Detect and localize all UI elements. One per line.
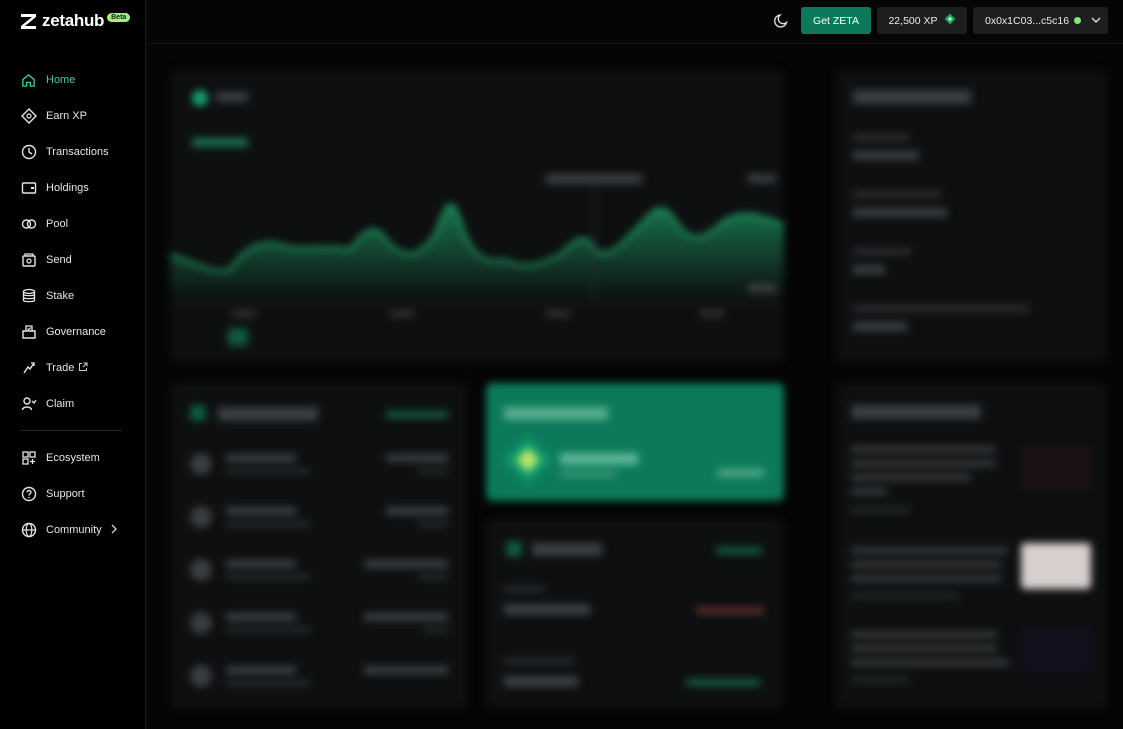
external-link-icon — [78, 359, 88, 377]
xp-balance-label: 22,500 XP — [888, 14, 938, 27]
sidebar-item-community[interactable]: Community — [0, 512, 146, 548]
overview-card — [835, 70, 1107, 362]
sidebar-item-home[interactable]: Home — [0, 62, 146, 98]
trade-icon — [20, 360, 37, 377]
home-icon — [20, 72, 37, 89]
wallet-icon — [20, 180, 37, 197]
globe-icon — [20, 522, 37, 539]
transactions-card — [170, 383, 468, 709]
sidebar-item-label: Transactions — [46, 146, 109, 158]
help-icon — [20, 486, 37, 503]
database-icon — [20, 288, 37, 305]
xp-status-card — [486, 383, 784, 501]
sidebar-divider — [20, 430, 122, 431]
claim-icon — [20, 396, 37, 413]
sidebar: zetahub Beta Home Earn XP Transactions H… — [0, 0, 146, 729]
xp-diamond-icon — [944, 13, 956, 28]
sidebar-item-governance[interactable]: Governance — [0, 314, 146, 350]
sidebar-item-label: Home — [46, 74, 76, 86]
chevron-right-icon — [110, 521, 118, 539]
xp-balance-button[interactable]: 22,500 XP — [877, 7, 967, 34]
theme-toggle-moon-icon[interactable] — [773, 12, 790, 29]
sidebar-item-ecosystem[interactable]: Ecosystem — [0, 440, 146, 476]
blurred-main-content — [146, 45, 1123, 729]
sidebar-item-label: Trade — [46, 362, 75, 374]
sidebar-item-label: Pool — [46, 218, 69, 230]
sidebar-item-label: Send — [46, 254, 72, 266]
sidebar-item-stake[interactable]: Stake — [0, 278, 146, 314]
price-chart-graphic — [170, 174, 784, 346]
send-icon — [20, 252, 37, 269]
diamond-icon — [20, 108, 37, 125]
sidebar-item-trade[interactable]: Trade — [0, 350, 146, 386]
sidebar-item-claim[interactable]: Claim — [0, 386, 146, 422]
sidebar-item-label: Governance — [46, 326, 106, 338]
sidebar-item-label: Holdings — [46, 182, 89, 194]
price-chart-card — [170, 70, 784, 362]
get-zeta-button[interactable]: Get ZETA — [801, 7, 871, 34]
chevron-down-icon — [1091, 15, 1101, 27]
zeta-logo-icon — [21, 13, 36, 29]
wallet-address: 0x0x1C03...c5c16 — [985, 14, 1070, 27]
sidebar-item-earn-xp[interactable]: Earn XP — [0, 98, 146, 134]
top-header: Get ZETA 22,500 XP 0x0x1C03...c5c16 — [146, 0, 1123, 44]
sidebar-item-support[interactable]: Support — [0, 476, 146, 512]
sidebar-item-label: Earn XP — [46, 110, 87, 122]
app-name: zetahub — [42, 11, 105, 30]
sidebar-item-holdings[interactable]: Holdings — [0, 170, 146, 206]
clock-icon — [20, 144, 37, 161]
sidebar-item-label: Ecosystem — [46, 452, 100, 464]
sidebar-item-pool[interactable]: Pool — [0, 206, 146, 242]
wallet-account-button[interactable]: 0x0x1C03...c5c16 — [973, 7, 1108, 34]
sidebar-item-send[interactable]: Send — [0, 242, 146, 278]
holdings-card — [486, 519, 784, 709]
pool-icon — [20, 216, 37, 233]
sidebar-item-label: Community — [46, 524, 102, 536]
sidebar-item-label: Support — [46, 488, 85, 500]
beta-badge: Beta — [107, 12, 131, 22]
app-logo[interactable]: zetahub Beta — [20, 11, 131, 31]
sidebar-item-transactions[interactable]: Transactions — [0, 134, 146, 170]
connected-status-dot — [1074, 17, 1082, 24]
ballot-icon — [20, 324, 37, 341]
grid-plus-icon — [20, 450, 37, 467]
ecosystem-updates-card — [835, 383, 1107, 709]
sidebar-item-label: Claim — [46, 398, 75, 410]
sidebar-nav: Home Earn XP Transactions Holdings Pool — [0, 62, 146, 548]
sidebar-item-label: Stake — [46, 290, 75, 302]
